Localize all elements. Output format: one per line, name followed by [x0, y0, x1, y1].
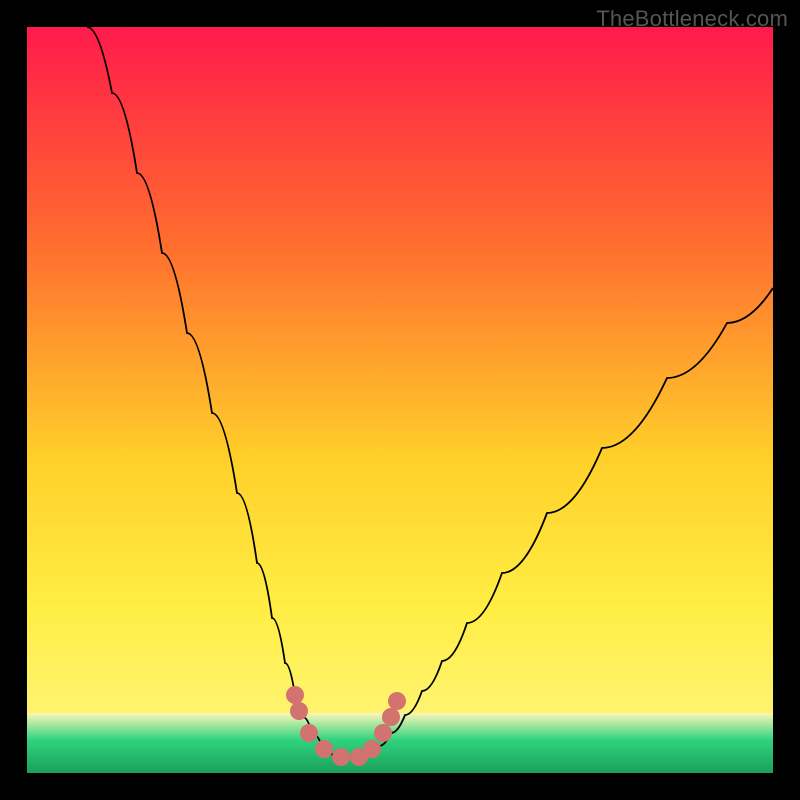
curve-layer: [27, 27, 773, 773]
marker-group: [286, 686, 406, 766]
chart-frame: TheBottleneck.com: [0, 0, 800, 800]
marker-dot: [382, 708, 400, 726]
marker-dot: [363, 740, 381, 758]
marker-dot: [332, 748, 350, 766]
marker-dot: [388, 692, 406, 710]
marker-dot: [374, 724, 392, 742]
plot-area: [27, 27, 773, 773]
curve-right: [369, 288, 773, 756]
marker-dot: [315, 740, 333, 758]
marker-dot: [286, 686, 304, 704]
curve-left: [87, 27, 333, 756]
marker-dot: [290, 702, 308, 720]
marker-dot: [300, 724, 318, 742]
watermark-text: TheBottleneck.com: [596, 6, 788, 32]
